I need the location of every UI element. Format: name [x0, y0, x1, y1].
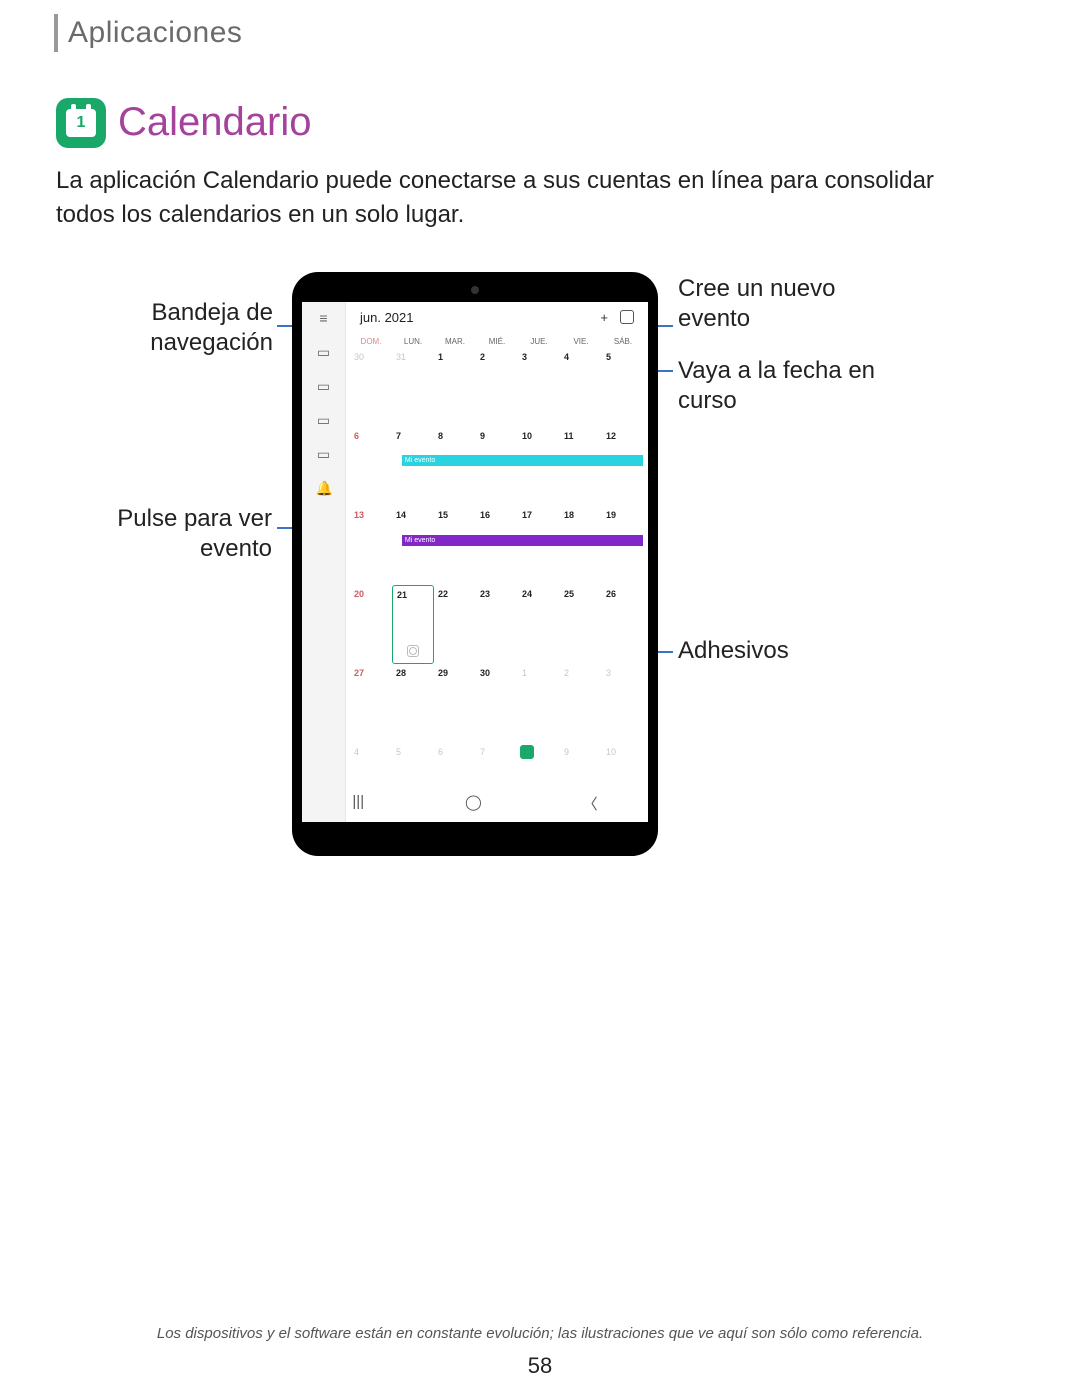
calendar-week-icon[interactable]: ▭	[316, 378, 332, 394]
callout-nav-tray: Bandeja de navegación	[113, 298, 273, 358]
day-cell[interactable]: 8	[434, 427, 476, 506]
day-cell[interactable]: 7	[392, 427, 434, 506]
day-cell[interactable]: 26	[602, 585, 644, 664]
callout-new-event: Cree un nuevo evento	[678, 274, 878, 334]
day-cell[interactable]: 14	[392, 506, 434, 585]
home-icon[interactable]: ◯	[465, 793, 482, 814]
day-cell[interactable]: 6	[350, 427, 392, 506]
calendar-icon: 1	[66, 109, 96, 137]
day-cell[interactable]: 3	[602, 664, 644, 743]
menu-icon[interactable]: ≡	[316, 310, 332, 326]
day-cell[interactable]: 17	[518, 506, 560, 585]
camera-dot	[471, 286, 479, 294]
day-cell[interactable]: 3	[518, 348, 560, 427]
day-cell[interactable]: 24	[518, 585, 560, 664]
callout-go-today: Vaya a la fecha en curso	[678, 356, 898, 416]
footnote: Los dispositivos y el software están en …	[0, 1325, 1080, 1342]
page-title: Calendario	[118, 100, 311, 145]
page-description: La aplicación Calendario puede conectars…	[56, 164, 936, 231]
callout-stickers: Adhesivos	[678, 636, 878, 666]
weekday-header: DOM.LUN.MAR.MIÉ.JUE.VIE.SÁB.	[346, 331, 648, 348]
calendar-schedule-icon[interactable]: ▭	[316, 446, 332, 462]
day-cell[interactable]: 13	[350, 506, 392, 585]
calendar-topbar: jun. 2021 +	[346, 302, 648, 331]
day-cell[interactable]: 1	[518, 664, 560, 743]
calendar-day-icon[interactable]: ▭	[316, 412, 332, 428]
day-cell[interactable]: 20	[350, 585, 392, 664]
weekday-label: JUE.	[518, 337, 560, 346]
weekday-label: VIE.	[560, 337, 602, 346]
day-cell[interactable]: 5	[602, 348, 644, 427]
month-label[interactable]: jun. 2021	[360, 310, 414, 325]
add-event-icon[interactable]: +	[600, 310, 608, 325]
calendar-month-icon[interactable]: ▭	[316, 344, 332, 360]
day-cell[interactable]: 15	[434, 506, 476, 585]
recent-apps-icon[interactable]: |||	[352, 793, 364, 814]
day-cell[interactable]: 19	[602, 506, 644, 585]
day-cell[interactable]: 16	[476, 506, 518, 585]
day-cell[interactable]: 30	[350, 348, 392, 427]
weekday-label: MIÉ.	[476, 337, 518, 346]
day-cell[interactable]: 28	[392, 664, 434, 743]
weekday-label: LUN.	[392, 337, 434, 346]
section-title: Aplicaciones	[68, 16, 242, 50]
back-icon[interactable]: 〈	[583, 793, 598, 814]
callout-tap-event: Pulse para ver evento	[100, 504, 272, 564]
today-marker	[520, 745, 534, 759]
calendar-app-icon: 1	[56, 98, 106, 148]
day-cell[interactable]: 30	[476, 664, 518, 743]
screen: ≡ ▭ ▭ ▭ ▭ 🔔 jun. 2021 + DOM.LUN.MAR.MIÉ.…	[302, 302, 648, 822]
weekday-label: DOM.	[350, 337, 392, 346]
day-cell[interactable]: 22	[434, 585, 476, 664]
section-indicator	[54, 14, 58, 52]
month-grid[interactable]: Mi evento Mi evento 30311234567891011121…	[346, 348, 648, 822]
day-cell[interactable]: 31	[392, 348, 434, 427]
page-number: 58	[0, 1353, 1080, 1379]
sticker-icon[interactable]	[407, 645, 419, 657]
day-cell[interactable]: 27	[350, 664, 392, 743]
day-cell[interactable]: 25	[560, 585, 602, 664]
day-cell[interactable]: 12	[602, 427, 644, 506]
calendar-main: jun. 2021 + DOM.LUN.MAR.MIÉ.JUE.VIE.SÁB.…	[346, 302, 648, 822]
today-icon[interactable]	[620, 310, 634, 324]
day-cell[interactable]: 18	[560, 506, 602, 585]
day-cell[interactable]: 23	[476, 585, 518, 664]
tablet-frame: ≡ ▭ ▭ ▭ ▭ 🔔 jun. 2021 + DOM.LUN.MAR.MIÉ.…	[292, 272, 658, 856]
day-cell[interactable]: 29	[434, 664, 476, 743]
android-nav-bar: ||| ◯ 〈	[302, 793, 648, 814]
bell-icon[interactable]: 🔔	[316, 480, 332, 496]
day-cell[interactable]: 11	[560, 427, 602, 506]
weekday-label: MAR.	[434, 337, 476, 346]
day-cell[interactable]: 9	[476, 427, 518, 506]
day-cell[interactable]: 1	[434, 348, 476, 427]
rail-sidebar: ≡ ▭ ▭ ▭ ▭ 🔔	[302, 302, 346, 822]
day-cell[interactable]: 4	[560, 348, 602, 427]
weekday-label: SÁB.	[602, 337, 644, 346]
day-cell[interactable]: 2	[476, 348, 518, 427]
day-cell[interactable]: 21	[392, 585, 434, 664]
day-cell[interactable]: 10	[518, 427, 560, 506]
day-cell[interactable]: 2	[560, 664, 602, 743]
